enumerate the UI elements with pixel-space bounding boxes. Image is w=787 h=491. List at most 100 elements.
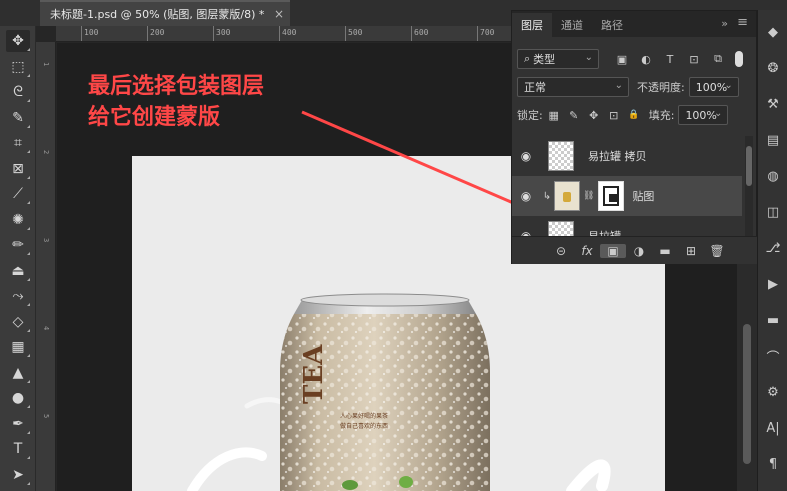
lasso-icon[interactable]: ᘓ [6,81,30,103]
crop-icon[interactable]: ⌗ [6,132,30,154]
tools-dock-icon[interactable]: ⚒ [763,94,783,114]
marquee-icon[interactable]: ⬚ [6,56,30,78]
adjustment-layer-icon[interactable]: ◑ [626,244,652,258]
canvas-vertical-scrollbar[interactable] [737,264,757,491]
pixel-filter-icon[interactable]: ▣ [613,50,631,68]
image-dock-icon[interactable]: ◫ [763,202,783,222]
add-mask-icon[interactable]: ▣ [600,243,626,258]
smart-object-filter-icon[interactable]: ⧉ [709,50,727,68]
actions-dock-icon[interactable]: ▶ [763,274,783,294]
annotation-line-1: 最后选择包装图层 [88,74,265,99]
dodge-icon[interactable]: ● [6,387,30,409]
blend-row: 正常 ⌄ 不透明度: 100% ⌄ [512,77,758,97]
type-icon[interactable]: T [6,438,30,460]
library-dock-icon[interactable]: ▤ [763,130,783,150]
tool-flyout-indicator [27,405,30,408]
properties-dock-icon[interactable]: ⚙ [763,382,783,402]
tab-channels[interactable]: 通道 [552,13,592,37]
eraser-icon[interactable]: ◇ [6,311,30,333]
scroll-thumb[interactable] [743,324,751,464]
visibility-eye-icon[interactable]: ◉ [512,189,540,203]
new-group-icon[interactable]: ▬ [652,244,678,258]
ruler-tick: 300 [213,26,230,41]
quick-select-icon[interactable]: ✎ [6,107,30,129]
lock-all-icon[interactable]: 🔒 [625,106,643,124]
layer-row-selected[interactable]: ◉ ↳ ⛓ 贴图 [512,176,742,216]
tab-paths[interactable]: 路径 [592,13,632,37]
layers-panel: 图层 通道 路径 » ≡ ⌕ 类型 ⌄ ▣ ◐ T ⊡ ⧉ 正常 ⌄ 不透明度:… [511,10,758,264]
history-brush-icon[interactable]: ⤳ [6,285,30,307]
ruler-tick: 200 [147,26,164,41]
eyedropper-icon[interactable]: ⟋ [6,183,30,205]
layer-name: 易拉罐 拷贝 [588,150,647,163]
layer-thumbnail [554,181,580,211]
shape-filter-icon[interactable]: ⊡ [685,50,703,68]
lock-transparent-icon[interactable]: ▦ [545,106,563,124]
layer-row[interactable]: ◉ 易拉罐 [512,216,742,236]
opacity-input[interactable]: 100% ⌄ [688,77,739,97]
tool-flyout-indicator [27,226,30,230]
panel-menu-icon[interactable]: ≡ [737,15,748,30]
opacity-label: 不透明度: [637,81,685,94]
type-filter-icon[interactable]: T [661,50,679,68]
svg-text:做自己喜欢的东西: 做自己喜欢的东西 [340,422,388,430]
tool-flyout-indicator [27,252,30,255]
blend-mode-select[interactable]: 正常 ⌄ [517,77,629,97]
mask-link-icon[interactable]: ⛓ [583,191,594,201]
layer-list-scrollbar[interactable] [745,136,753,236]
layer-filter-select[interactable]: ⌕ 类型 ⌄ [517,49,599,69]
tool-flyout-indicator [27,150,30,153]
new-layer-icon[interactable]: ⊞ [678,244,704,258]
lock-label: 锁定: [517,109,543,122]
filter-toggle[interactable] [735,51,743,67]
document-tab[interactable]: 未标题-1.psd @ 50% (贴图, 图层蒙版/8) * × [40,0,290,26]
frame-icon[interactable]: ⊠ [6,158,30,180]
layer-effects-icon[interactable]: fx [574,244,600,258]
layer-mask-thumbnail[interactable] [598,181,625,211]
tool-flyout-indicator [27,277,30,281]
layers-dock-icon[interactable]: ◆ [763,22,783,42]
healing-icon[interactable]: ✺ [6,209,30,231]
close-tab-icon[interactable]: × [274,7,284,21]
paragraph-dock-icon[interactable]: ¶ [763,454,783,474]
adjust-dock-icon[interactable]: ◍ [763,166,783,186]
tab-layers[interactable]: 图层 [512,13,552,37]
ruler-tick-label: 200 [150,28,165,37]
right-panel-dock: ◆ ❂ ⚒ ▤ ◍ ◫ ⎇ ▶ ▬ ⌒ ⚙ A| ¶ [757,10,787,491]
ruler-tick: 700 [477,26,494,41]
brush-dock-icon[interactable]: ⌒ [763,346,783,366]
panel-collapse-icon[interactable]: » [721,17,728,30]
color-dock-icon[interactable]: ❂ [763,58,783,78]
lock-position-icon[interactable]: ✥ [585,106,603,124]
history-dock-icon[interactable]: ⎇ [763,238,783,258]
gradient-icon[interactable]: ▦ [6,336,30,358]
link-layers-icon[interactable]: ⊝ [548,244,574,258]
layer-row[interactable]: ◉ 易拉罐 拷贝 [512,136,742,176]
scroll-thumb[interactable] [746,146,752,186]
ruler-tick-label: 4 [42,326,50,331]
layer-list[interactable]: ◉ 易拉罐 拷贝 ◉ ↳ ⛓ 贴图 ◉ 易拉罐 [512,136,758,236]
visibility-eye-icon[interactable]: ◉ [512,149,540,163]
move-icon[interactable]: ✥ [6,30,30,52]
fill-input[interactable]: 100% ⌄ [678,105,729,125]
lock-artboard-icon[interactable]: ⊡ [605,106,623,124]
swatches-dock-icon[interactable]: ▬ [763,310,783,330]
tool-flyout-indicator [27,124,30,128]
ruler-tick-label: 1 [42,62,50,67]
document-tab-title: 未标题-1.psd @ 50% (贴图, 图层蒙版/8) * [50,8,265,21]
ruler-tick-label: 2 [42,150,50,155]
brush-icon[interactable]: ✏ [6,234,30,256]
path-select-icon[interactable]: ➤ [6,464,30,486]
trash-icon[interactable]: 🗑 [704,244,730,258]
adjustment-filter-icon[interactable]: ◐ [637,50,655,68]
stamp-icon[interactable]: ⏏ [6,260,30,282]
clipping-mask-icon: ↳ [542,190,552,202]
blur-icon[interactable]: ▲ [6,362,30,384]
visibility-eye-icon[interactable]: ◉ [512,229,540,236]
pen-icon[interactable]: ✒ [6,413,30,435]
horizontal-ruler: 100 200 300 400 500 600 700 [56,26,511,42]
tool-flyout-indicator [27,73,30,77]
lock-image-icon[interactable]: ✎ [565,106,583,124]
tool-flyout-indicator [27,328,30,332]
character-dock-icon[interactable]: A| [763,418,783,438]
